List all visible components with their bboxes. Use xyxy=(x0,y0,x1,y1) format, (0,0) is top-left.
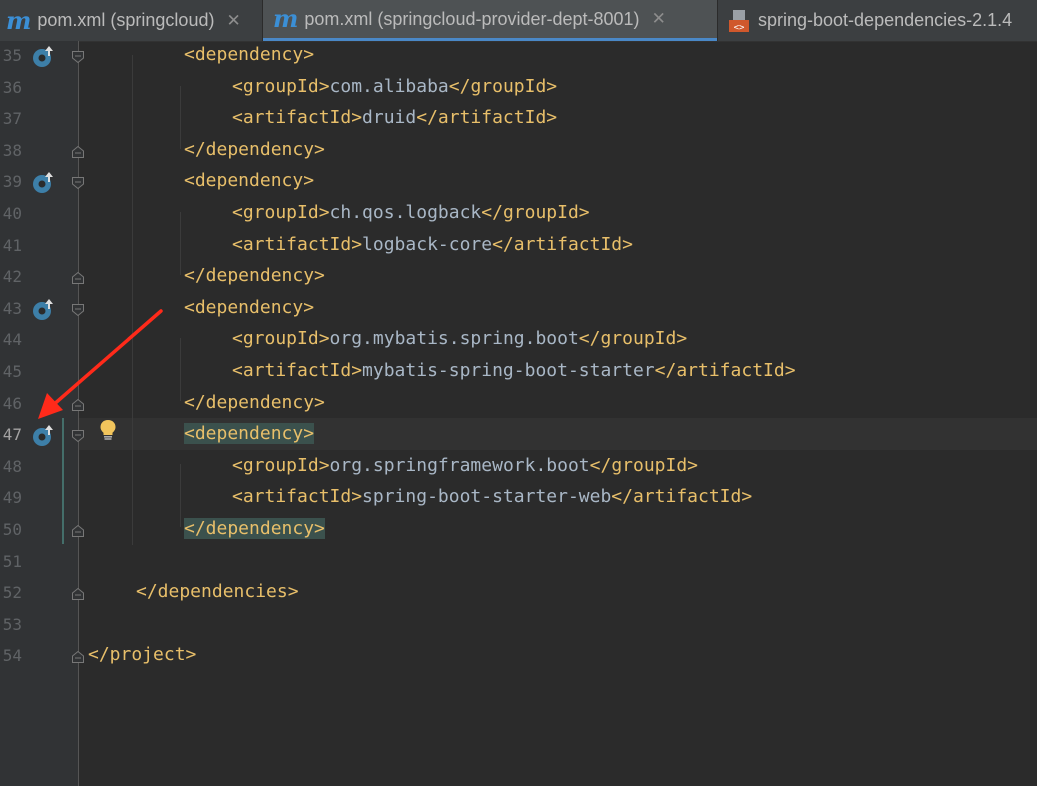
code-line[interactable]: <groupId>ch.qos.logback</groupId> xyxy=(232,202,590,223)
code-line[interactable]: <dependency> xyxy=(184,170,314,191)
line-number: 38 xyxy=(2,140,22,160)
close-icon[interactable]: ✕ xyxy=(226,11,240,31)
xml-tag: <groupId> xyxy=(232,454,330,476)
xml-tag: </artifactId> xyxy=(492,233,633,255)
line-number: 48 xyxy=(2,456,22,476)
xml-text: ch.qos.logback xyxy=(329,202,482,223)
xml-text: org.springframework.boot xyxy=(329,454,590,476)
xml-tag: </groupId> xyxy=(578,328,688,350)
maven-icon: m xyxy=(6,5,32,35)
editor-tab-bar: m pom.xml (springcloud) ✕ m pom.xml (spr… xyxy=(0,0,1037,42)
code-line[interactable]: <artifactId>mybatis-spring-boot-starter<… xyxy=(232,360,796,381)
tab-spring-boot-dependencies[interactable]: <> spring-boot-dependencies-2.1.4 xyxy=(718,0,1037,41)
line-number: 50 xyxy=(2,520,22,539)
xml-tag: <groupId> xyxy=(232,75,330,97)
code-line[interactable]: <dependency> xyxy=(184,423,315,445)
xml-tag: </dependency> xyxy=(184,265,325,287)
code-line[interactable]: <artifactId>spring-boot-starter-web</art… xyxy=(232,486,752,507)
xml-text: logback-core xyxy=(362,233,493,255)
code-line[interactable]: </dependency> xyxy=(184,518,325,539)
line-number: 45 xyxy=(2,362,22,381)
overrides-icon[interactable] xyxy=(32,297,56,321)
code-line[interactable]: <artifactId>logback-core</artifactId> xyxy=(232,234,633,255)
code-line[interactable]: </dependency> xyxy=(184,265,325,286)
xml-tag: </dependency> xyxy=(184,138,325,160)
tab-pom-springcloud[interactable]: m pom.xml (springcloud) ✕ xyxy=(0,0,262,41)
line-number: 46 xyxy=(2,393,22,413)
code-line[interactable]: </dependency> xyxy=(184,392,325,413)
line-number: 39 xyxy=(2,172,22,192)
code-line[interactable]: <artifactId>druid</artifactId> xyxy=(232,107,557,128)
maven-icon: m xyxy=(273,4,299,33)
xml-tag: <groupId> xyxy=(232,202,330,223)
code-line[interactable]: <groupId>com.alibaba</groupId> xyxy=(232,76,557,97)
xml-tag: </artifactId> xyxy=(416,107,558,129)
xml-tag: <artifactId> xyxy=(232,360,363,381)
xml-tag: <dependency> xyxy=(184,44,315,65)
code-line[interactable]: <dependency> xyxy=(184,44,314,65)
line-number: 42 xyxy=(2,267,22,287)
dependency-pom-icon: <> xyxy=(729,9,749,33)
code-line[interactable]: </dependency> xyxy=(184,139,325,160)
xml-text: org.mybatis.spring.boot xyxy=(329,328,579,350)
code-line[interactable]: </project> xyxy=(88,644,196,665)
close-icon[interactable]: ✕ xyxy=(652,9,666,29)
xml-tag: </groupId> xyxy=(448,75,558,97)
line-number: 44 xyxy=(2,330,22,350)
tab-pom-provider-dept-8001[interactable]: m pom.xml (springcloud-provider-dept-800… xyxy=(263,0,717,41)
xml-tag: <dependency> xyxy=(184,170,315,192)
line-number: 40 xyxy=(2,204,22,223)
line-number: 49 xyxy=(2,488,22,508)
xml-tag: </dependencies> xyxy=(136,581,299,603)
xml-tag: <artifactId> xyxy=(232,107,363,129)
overrides-icon[interactable] xyxy=(32,170,56,194)
code-line[interactable]: <groupId>org.springframework.boot</group… xyxy=(232,455,698,476)
tab-label: pom.xml (springcloud-provider-dept-8001) xyxy=(304,8,640,29)
code-line[interactable]: <dependency> xyxy=(184,297,314,318)
line-number: 54 xyxy=(2,646,22,666)
xml-tag: </artifactId> xyxy=(611,486,753,508)
line-number: 43 xyxy=(2,298,22,318)
code-editor[interactable]: <dependency> <groupId>com.alibaba</groupI… xyxy=(79,41,1037,786)
xml-tag: </dependency> xyxy=(184,518,325,539)
line-number: 36 xyxy=(2,77,22,97)
xml-tag: <dependency> xyxy=(184,423,315,445)
xml-text: com.alibaba xyxy=(329,75,449,97)
overrides-icon[interactable] xyxy=(32,423,56,447)
code-line[interactable]: </dependencies> xyxy=(136,581,299,602)
xml-tag: </artifactId> xyxy=(654,360,796,381)
line-number: 53 xyxy=(2,614,22,634)
xml-text: mybatis-spring-boot-starter xyxy=(362,360,655,381)
line-number: 41 xyxy=(2,235,22,255)
xml-tag: <artifactId> xyxy=(232,486,363,508)
xml-tag: </groupId> xyxy=(481,202,590,223)
tab-label: pom.xml (springcloud) xyxy=(37,10,215,30)
xml-tag: <artifactId> xyxy=(232,233,363,255)
line-number: 37 xyxy=(2,109,22,129)
vcs-change-marker[interactable] xyxy=(62,418,64,544)
xml-tag: <groupId> xyxy=(232,328,330,350)
xml-tag: </dependency> xyxy=(184,391,325,413)
xml-text: druid xyxy=(362,107,417,129)
xml-tag: </project> xyxy=(88,644,197,666)
xml-tag: </groupId> xyxy=(589,454,699,476)
svg-text:<>: <> xyxy=(734,23,745,33)
line-number: 47 xyxy=(2,425,22,445)
tab-label: spring-boot-dependencies-2.1.4 xyxy=(758,10,1013,30)
lightbulb-icon[interactable] xyxy=(99,419,117,441)
line-number: 35 xyxy=(2,46,22,65)
code-line[interactable]: <groupId>org.mybatis.spring.boot</groupI… xyxy=(232,328,687,349)
xml-text: spring-boot-starter-web xyxy=(362,486,612,508)
line-number: 52 xyxy=(2,583,22,603)
overrides-icon[interactable] xyxy=(32,44,56,68)
xml-tag: <dependency> xyxy=(184,296,315,318)
line-number: 51 xyxy=(2,551,22,571)
